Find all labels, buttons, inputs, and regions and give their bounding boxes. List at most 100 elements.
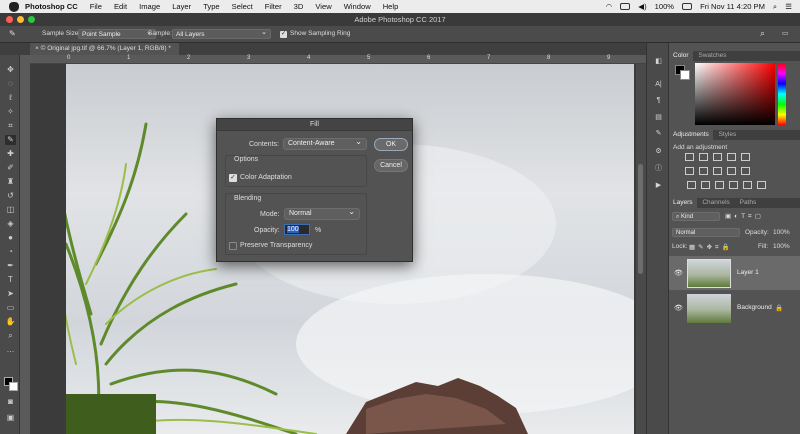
hand-tool-icon[interactable]: ✋ (5, 317, 16, 327)
tab-paths[interactable]: Paths (736, 198, 761, 208)
libraries-panel-icon[interactable]: ▤ (653, 113, 664, 122)
vibrance-icon[interactable] (741, 153, 750, 161)
minimize-window-button[interactable] (17, 16, 24, 23)
crop-tool-icon[interactable]: ⌗ (5, 121, 16, 131)
exposure-icon[interactable] (727, 153, 736, 161)
menu-select[interactable]: Select (232, 2, 253, 11)
path-selection-tool-icon[interactable]: ➤ (5, 289, 16, 299)
tab-swatches[interactable]: Swatches (694, 51, 730, 61)
menu-view[interactable]: View (315, 2, 331, 11)
sample-size-dropdown[interactable]: Point Sample (78, 28, 156, 39)
eyedropper-tool-icon[interactable]: ✎ (9, 29, 16, 38)
color-lookup-icon[interactable] (757, 181, 766, 189)
zoom-tool-icon[interactable]: ⌕ (5, 331, 16, 341)
levels-icon[interactable] (699, 153, 708, 161)
zoom-window-button[interactable] (28, 16, 35, 23)
layer-name[interactable]: Background (737, 304, 772, 311)
tab-color[interactable]: Color (669, 51, 693, 61)
photo-filter-icon[interactable] (727, 167, 736, 175)
clone-stamp-tool-icon[interactable]: ♜ (5, 177, 16, 187)
rectangle-tool-icon[interactable]: ▭ (5, 303, 16, 313)
paragraph-panel-icon[interactable]: ¶ (653, 97, 664, 106)
tab-layers[interactable]: Layers (669, 198, 697, 208)
airplay-icon[interactable] (620, 3, 631, 10)
sample-dropdown[interactable]: All Layers (172, 28, 271, 39)
tab-close-icon[interactable]: × (35, 45, 39, 52)
color-picker-field[interactable] (695, 63, 775, 125)
preserve-transparency-checkbox[interactable] (229, 242, 237, 250)
contents-dropdown[interactable]: Content-Aware (283, 137, 367, 150)
fill-value[interactable]: 100% (773, 243, 790, 250)
layer-filter-dropdown[interactable]: ⌕ Kind (672, 212, 720, 221)
paint-bucket-tool-icon[interactable]: ◈ (5, 219, 16, 229)
menu-clock[interactable]: Fri Nov 11 4:20 PM (700, 2, 765, 11)
properties-panel-icon[interactable]: ⚙ (653, 147, 664, 156)
hue-saturation-icon[interactable] (685, 167, 694, 175)
menu-help[interactable]: Help (383, 2, 399, 11)
menu-image[interactable]: Image (139, 2, 160, 11)
gradient-map-icon[interactable] (729, 181, 738, 189)
cancel-button[interactable]: Cancel (374, 159, 408, 172)
curves-icon[interactable] (713, 153, 722, 161)
apple-icon[interactable] (9, 1, 19, 12)
document-tab[interactable]: × © Original jpg.tif @ 66.7% (Layer 1, R… (30, 43, 179, 55)
blur-tool-icon[interactable]: ● (5, 233, 16, 243)
history-panel-icon[interactable]: ◧ (653, 57, 664, 66)
lock-icons[interactable]: ▦✎✥⌗🔒 (689, 243, 733, 252)
layer-row[interactable]: 👁 Layer 1 (669, 256, 800, 290)
menu-file[interactable]: File (90, 2, 102, 11)
more-tools-icon[interactable]: … (5, 345, 16, 355)
channel-mixer-icon[interactable] (741, 167, 750, 175)
spotlight-icon[interactable]: ⌕ (773, 2, 777, 12)
menu-filter[interactable]: Filter (265, 2, 282, 11)
workspace-icon[interactable]: ▭ (782, 29, 788, 37)
brush-tool-icon[interactable]: ✐ (5, 163, 16, 173)
lasso-tool-icon[interactable]: ℓ (5, 93, 16, 103)
quick-mask-icon[interactable]: ◙ (5, 397, 16, 407)
background-color-swatch[interactable] (9, 382, 18, 391)
healing-brush-tool-icon[interactable]: ✚ (5, 149, 16, 159)
search-icon[interactable]: ⌕ (760, 28, 765, 39)
tab-channels[interactable]: Channels (698, 198, 733, 208)
opacity-input[interactable]: 100 (284, 224, 310, 235)
black-white-icon[interactable] (713, 167, 722, 175)
close-window-button[interactable] (6, 16, 13, 23)
scrollbar-thumb[interactable] (638, 164, 643, 274)
actions-panel-icon[interactable]: ▶ (653, 181, 664, 190)
brushes-panel-icon[interactable]: ✎ (653, 129, 664, 138)
history-brush-tool-icon[interactable]: ↺ (5, 191, 16, 201)
type-tool-icon[interactable]: T (5, 275, 16, 285)
wifi-icon[interactable]: ◠ (606, 2, 613, 11)
blend-mode-dropdown[interactable]: Normal (672, 228, 740, 237)
quick-select-tool-icon[interactable]: ✧ (5, 107, 16, 117)
eyedropper-tool-icon[interactable]: ✎ (5, 135, 16, 145)
battery-icon[interactable] (682, 3, 693, 10)
mode-dropdown[interactable]: Normal (284, 207, 360, 220)
layer-filter-icons[interactable]: ▣◐T⌗▢ (725, 212, 764, 221)
menu-type[interactable]: Type (203, 2, 219, 11)
eye-icon[interactable]: 👁 (674, 304, 683, 312)
layer-name[interactable]: Layer 1 (737, 269, 759, 276)
eraser-tool-icon[interactable]: ◫ (5, 205, 16, 215)
menu-window[interactable]: Window (344, 2, 371, 11)
color-balance-icon[interactable] (699, 167, 708, 175)
volume-icon[interactable]: ◀) (638, 2, 646, 11)
tab-styles[interactable]: Styles (715, 130, 741, 140)
vertical-scrollbar[interactable] (636, 64, 646, 434)
color-adaptation-checkbox[interactable]: ✓ (229, 174, 237, 182)
move-tool-icon[interactable]: ✥ (5, 65, 16, 75)
menu-edit[interactable]: Edit (114, 2, 127, 11)
screen-mode-icon[interactable]: ▣ (5, 413, 16, 423)
marquee-tool-icon[interactable]: ◌ (5, 79, 16, 89)
eye-icon[interactable]: 👁 (674, 269, 683, 277)
ok-button[interactable]: OK (374, 138, 408, 151)
brightness-icon[interactable] (685, 153, 694, 161)
menu-3d[interactable]: 3D (294, 2, 304, 11)
layer-row[interactable]: 👁 Background 🔒 (669, 291, 800, 325)
menu-app[interactable]: Photoshop CC (25, 2, 78, 11)
character-panel-icon[interactable]: A| (653, 81, 664, 90)
dodge-tool-icon[interactable]: ◔ (5, 247, 16, 257)
threshold-icon[interactable] (715, 181, 724, 189)
pen-tool-icon[interactable]: ✒ (5, 261, 16, 271)
background-color-chip[interactable] (680, 70, 690, 80)
